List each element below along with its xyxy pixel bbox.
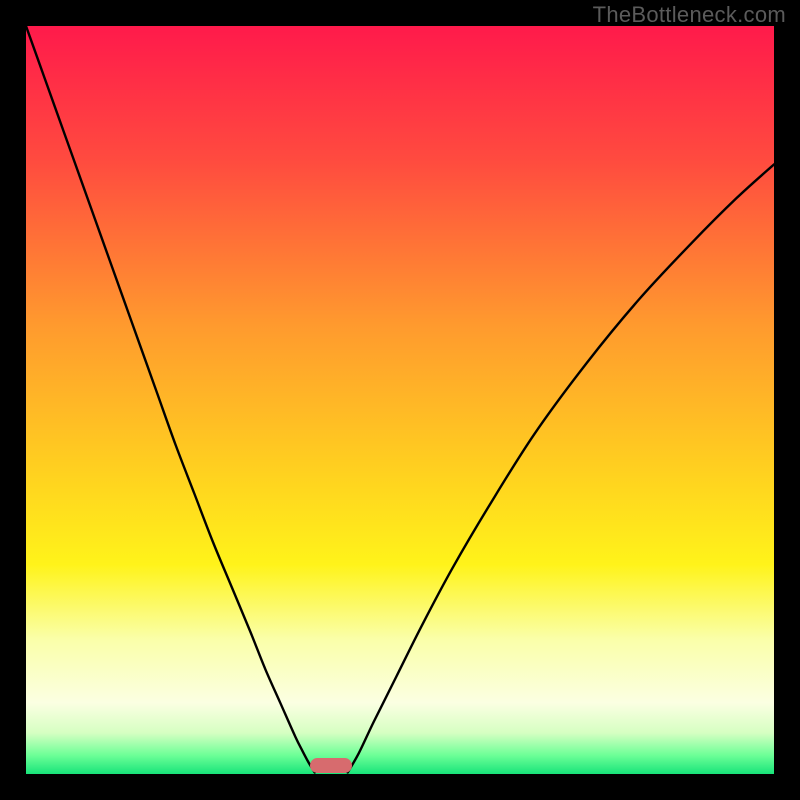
- bottleneck-marker: [310, 758, 352, 773]
- gradient-background: [26, 26, 774, 774]
- watermark: TheBottleneck.com: [593, 2, 786, 28]
- bottleneck-chart: [26, 26, 774, 774]
- plot-frame: [26, 26, 774, 774]
